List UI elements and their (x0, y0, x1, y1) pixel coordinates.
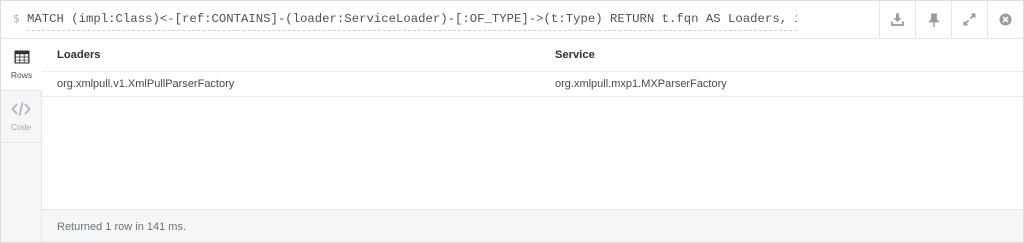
cell-loaders: org.xmlpull.v1.XmlPullParserFactory (57, 78, 235, 90)
query-header: $ MATCH (impl:Class)<-[ref:CONTAINS]-(lo… (1, 1, 1023, 39)
close-icon (999, 13, 1012, 26)
status-text: Returned 1 row in 141 ms. (57, 220, 187, 233)
tab-code[interactable]: Code (1, 91, 41, 143)
pin-button[interactable] (915, 1, 951, 38)
results-table: Loaders Service org.xmlpull.v1.XmlPullPa… (42, 39, 1023, 209)
column-header-loaders: Loaders (57, 49, 101, 61)
cell-service: org.xmlpull.mxp1.MXParserFactory (555, 78, 727, 90)
table-row: org.xmlpull.v1.XmlPullParserFactory org.… (42, 72, 1023, 97)
download-icon (891, 13, 904, 26)
expand-button[interactable] (951, 1, 987, 38)
table-icon (14, 48, 30, 66)
code-icon (11, 100, 31, 118)
frame-actions (879, 1, 1023, 38)
column-header-service: Service (555, 49, 595, 61)
tab-code-label: Code (10, 122, 32, 132)
status-bar: Returned 1 row in 141 ms. (42, 209, 1023, 242)
expand-icon (963, 13, 976, 26)
query-prompt: $ (13, 12, 20, 25)
close-button[interactable] (987, 1, 1023, 38)
tab-rows[interactable]: Rows (1, 39, 42, 91)
download-button[interactable] (879, 1, 915, 38)
pin-icon (928, 13, 940, 27)
tab-rows-label: Rows (10, 70, 33, 80)
result-frame: $ MATCH (impl:Class)<-[ref:CONTAINS]-(lo… (0, 0, 1024, 243)
query-text[interactable]: MATCH (impl:Class)<-[ref:CONTAINS]-(load… (27, 12, 797, 31)
view-tab-rail: Rows Code (1, 39, 42, 242)
table-header-row: Loaders Service (42, 39, 1023, 72)
